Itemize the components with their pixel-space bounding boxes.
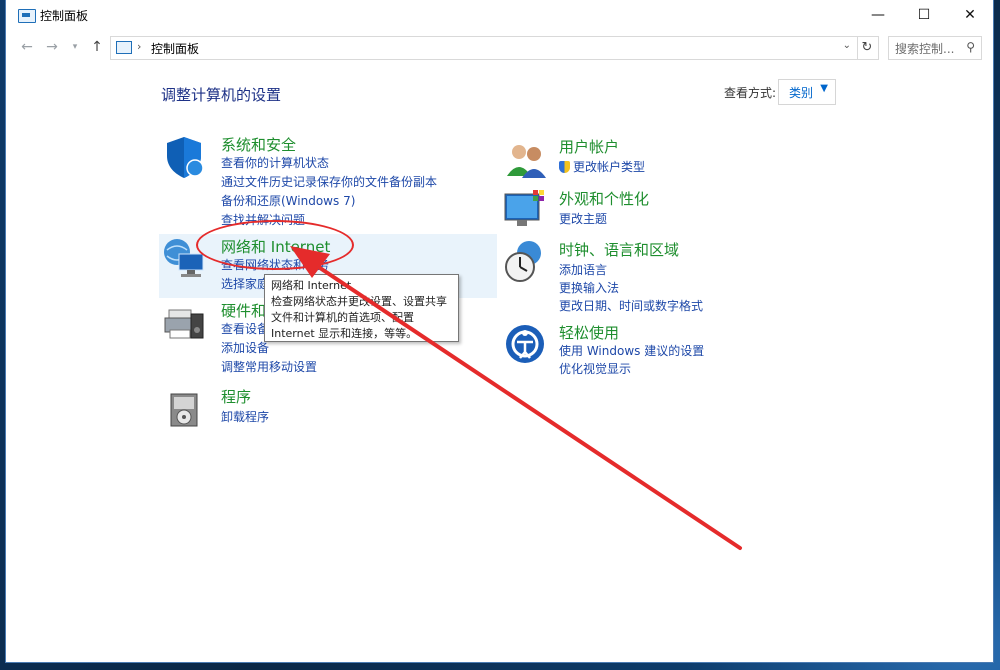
search-placeholder: 搜索控制... (895, 42, 955, 56)
annotation-ellipse (196, 220, 354, 270)
control-panel-window: 控制面板 — ☐ ✕ ← → ▾ ↑ › 控制面板 ⌄ ↻ 搜索控制... ⚲ … (6, 0, 993, 662)
appearance-icon (504, 190, 544, 226)
minimize-button[interactable]: — (855, 0, 901, 30)
category-user-accounts: 用户帐户 更改帐户类型 (503, 136, 803, 182)
link-recommended-settings[interactable]: 使用 Windows 建议的设置 (559, 342, 704, 359)
search-icon[interactable]: ⚲ (966, 40, 975, 54)
page-title: 调整计算机的设置 (161, 86, 282, 104)
address-bar[interactable]: › 控制面板 ⌄ (110, 36, 858, 60)
content-area: 调整计算机的设置 查看方式: 类别 ▼ 系统和安全 查看你的计算机状态 通过文件… (6, 64, 993, 662)
control-panel-icon (18, 9, 36, 23)
category-ease-of-access: 轻松使用 使用 Windows 建议的设置 优化视觉显示 (503, 322, 803, 376)
category-heading[interactable]: 系统和安全 (221, 134, 296, 155)
clock-icon (505, 241, 541, 282)
link-optimize-visual[interactable]: 优化视觉显示 (559, 360, 631, 377)
window-title: 控制面板 (40, 9, 89, 23)
link-add-device[interactable]: 添加设备 (221, 339, 269, 356)
chevron-down-icon[interactable]: ⌄ (843, 40, 851, 51)
category-heading[interactable]: 轻松使用 (559, 322, 619, 343)
up-button[interactable]: ↑ (86, 36, 108, 58)
link-change-input[interactable]: 更换输入法 (559, 279, 619, 296)
view-by-dropdown[interactable]: 类别 ▼ (778, 79, 836, 105)
category-appearance: 外观和个性化 更改主题 (503, 188, 803, 234)
tooltip-line: 检查网络状态并更改设置、设置共享 (271, 295, 447, 308)
tooltip-line: 文件和计算机的首选项、配置 (271, 311, 414, 324)
category-heading[interactable]: 程序 (221, 386, 251, 407)
refresh-button[interactable]: ↻ (856, 36, 879, 60)
search-input[interactable]: 搜索控制... ⚲ (888, 36, 982, 60)
shield-icon (167, 137, 204, 178)
category-programs: 程序 卸载程序 (161, 386, 481, 436)
link-add-language[interactable]: 添加语言 (559, 261, 607, 278)
close-button[interactable]: ✕ (947, 0, 993, 30)
navigation-bar: ← → ▾ ↑ › 控制面板 ⌄ ↻ 搜索控制... ⚲ (6, 30, 993, 64)
programs-icon (170, 393, 198, 427)
link-date-time-format[interactable]: 更改日期、时间或数字格式 (559, 297, 703, 314)
breadcrumb[interactable]: 控制面板 (151, 40, 199, 57)
link-change-account-type[interactable]: 更改帐户类型 (559, 158, 645, 175)
forward-button[interactable]: → (41, 36, 63, 58)
chevron-down-icon: ▼ (820, 83, 828, 94)
link-view-status[interactable]: 查看你的计算机状态 (221, 154, 329, 171)
back-button[interactable]: ← (16, 36, 38, 58)
category-heading[interactable]: 外观和个性化 (559, 188, 649, 209)
view-by-value: 类别 (789, 86, 814, 100)
ease-of-access-icon (506, 325, 544, 363)
tooltip: 网络和 Internet 检查网络状态并更改设置、设置共享 文件和计算机的首选项… (264, 274, 459, 342)
link-change-theme[interactable]: 更改主题 (559, 210, 607, 227)
category-system-security: 系统和安全 查看你的计算机状态 通过文件历史记录保存你的文件备份副本 备份和还原… (161, 134, 481, 227)
users-icon (507, 145, 546, 178)
link-file-history[interactable]: 通过文件历史记录保存你的文件备份副本 (221, 173, 437, 190)
tooltip-line: Internet 显示和连接，等等。 (271, 327, 418, 340)
recent-locations-button[interactable]: ▾ (64, 36, 86, 58)
link-mobility-settings[interactable]: 调整常用移动设置 (221, 358, 317, 375)
printer-icon (164, 309, 204, 339)
title-bar: 控制面板 — ☐ ✕ (6, 0, 993, 30)
category-clock-language: 时钟、语言和区域 添加语言 更换输入法 更改日期、时间或数字格式 (503, 239, 803, 313)
breadcrumb-separator: › (137, 40, 142, 53)
link-uninstall[interactable]: 卸载程序 (221, 408, 269, 425)
category-heading[interactable]: 用户帐户 (559, 136, 619, 157)
maximize-button[interactable]: ☐ (901, 0, 947, 30)
watermark-logo: Baidu经验 (762, 582, 926, 617)
control-panel-icon (116, 41, 132, 54)
link-backup-restore[interactable]: 备份和还原(Windows 7) (221, 192, 355, 209)
view-by-label: 查看方式: (724, 86, 777, 100)
tooltip-line: 网络和 Internet (271, 279, 352, 292)
watermark-url: jingyan.baidu.com (770, 628, 918, 647)
category-heading[interactable]: 时钟、语言和区域 (559, 239, 679, 260)
